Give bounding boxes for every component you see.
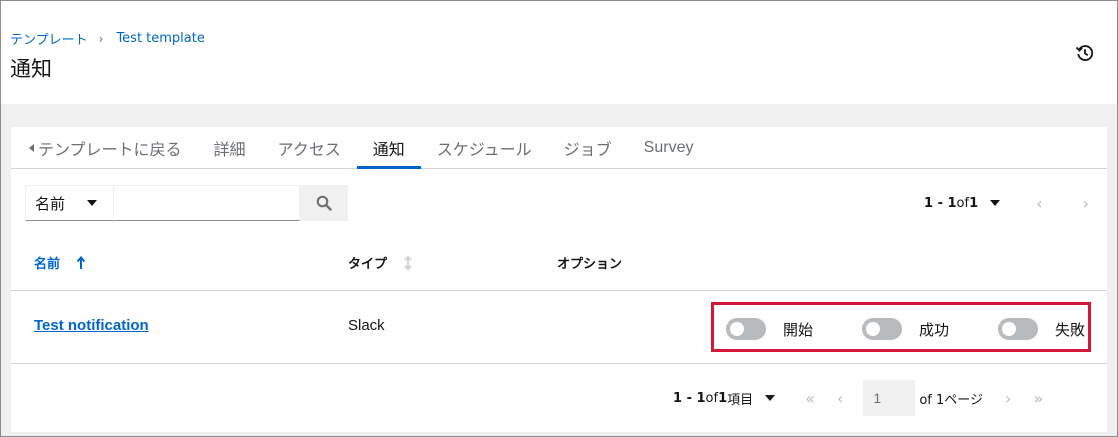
tab-survey[interactable]: Survey xyxy=(628,127,710,168)
first-page-icon[interactable]: « xyxy=(805,389,815,408)
breadcrumb-separator: › xyxy=(98,31,104,46)
breadcrumb: テンプレート › Test template xyxy=(10,29,205,48)
previous-page-icon[interactable]: ‹ xyxy=(1036,194,1042,213)
caret-down-icon xyxy=(87,200,98,206)
start-toggle-label: 開始 xyxy=(783,320,814,339)
tab-bar: テンプレートに戻る 詳細 アクセス 通知 スケジュール ジョブ Survey xyxy=(11,127,1107,169)
pagination-top: 1 - 1 of 1 ‹ › xyxy=(924,193,1089,213)
pager-bottom-items: 項目 xyxy=(727,392,754,408)
last-page-icon[interactable]: » xyxy=(1033,389,1043,408)
search-toolbar: 名前 xyxy=(25,185,348,221)
per-page-toggle[interactable] xyxy=(990,200,1001,206)
pagination-bottom: 1 - 1 of 1 項目 « ‹ of 1ページ › » xyxy=(673,380,1043,416)
tab-schedules[interactable]: スケジュール xyxy=(421,127,548,168)
failure-switch[interactable] xyxy=(998,318,1038,340)
success-toggle-label: 成功 xyxy=(919,320,950,339)
tab-back-label: テンプレートに戻る xyxy=(38,139,182,159)
tab-notifications[interactable]: 通知 xyxy=(356,127,421,169)
filter-select-label: 名前 xyxy=(35,194,66,213)
pager-bottom-range: 1 - 1 xyxy=(673,390,706,406)
start-toggle[interactable]: 開始 xyxy=(726,318,813,340)
history-icon[interactable] xyxy=(1075,43,1095,63)
failure-toggle-label: 失敗 xyxy=(1055,320,1086,339)
page-number-input[interactable] xyxy=(863,380,916,416)
per-page-dropdown[interactable] xyxy=(765,395,776,401)
pager-top-of: of xyxy=(956,195,970,211)
start-switch[interactable] xyxy=(726,318,766,340)
breadcrumb-templates-link[interactable]: テンプレート xyxy=(10,29,88,48)
search-icon xyxy=(316,195,332,211)
column-header-type[interactable]: タイプ xyxy=(348,253,413,272)
page-header: テンプレート › Test template 通知 xyxy=(1,1,1117,104)
total-pages-label: of 1ページ xyxy=(919,392,984,408)
page-title: 通知 xyxy=(10,57,52,81)
breadcrumb-current-link[interactable]: Test template xyxy=(116,31,204,46)
search-button[interactable] xyxy=(300,185,348,221)
notifications-card: テンプレートに戻る 詳細 アクセス 通知 スケジュール ジョブ Survey 名… xyxy=(11,127,1107,432)
success-toggle[interactable]: 成功 xyxy=(862,318,949,340)
success-switch[interactable] xyxy=(862,318,902,340)
next-page-bottom-icon[interactable]: › xyxy=(1005,389,1011,408)
tab-back-to-templates[interactable]: テンプレートに戻る xyxy=(11,127,198,168)
column-header-type-label: タイプ xyxy=(348,257,388,272)
pager-bottom-total: 1 xyxy=(718,390,728,406)
tab-access[interactable]: アクセス xyxy=(262,127,357,168)
filter-select[interactable]: 名前 xyxy=(25,185,114,221)
table-row-divider xyxy=(11,363,1107,364)
pager-top-total: 1 xyxy=(969,195,979,211)
tab-jobs[interactable]: ジョブ xyxy=(548,127,628,168)
next-page-icon[interactable]: › xyxy=(1083,194,1089,213)
column-header-options: オプション xyxy=(557,257,623,272)
column-header-name-label: 名前 xyxy=(34,257,61,272)
tab-details[interactable]: 詳細 xyxy=(198,127,262,168)
sort-icon xyxy=(404,255,412,270)
failure-toggle[interactable]: 失敗 xyxy=(998,318,1085,340)
sort-ascending-icon xyxy=(76,255,86,269)
pager-top-range: 1 - 1 xyxy=(924,195,957,211)
notification-type: Slack xyxy=(348,317,385,334)
column-header-name[interactable]: 名前 xyxy=(34,253,86,272)
notification-name-link[interactable]: Test notification xyxy=(34,317,149,334)
search-input[interactable] xyxy=(114,185,300,221)
caret-left-icon xyxy=(29,143,34,152)
table-header-divider xyxy=(11,290,1107,291)
previous-page-bottom-icon[interactable]: ‹ xyxy=(837,389,843,408)
pager-bottom-of: of xyxy=(705,390,719,406)
